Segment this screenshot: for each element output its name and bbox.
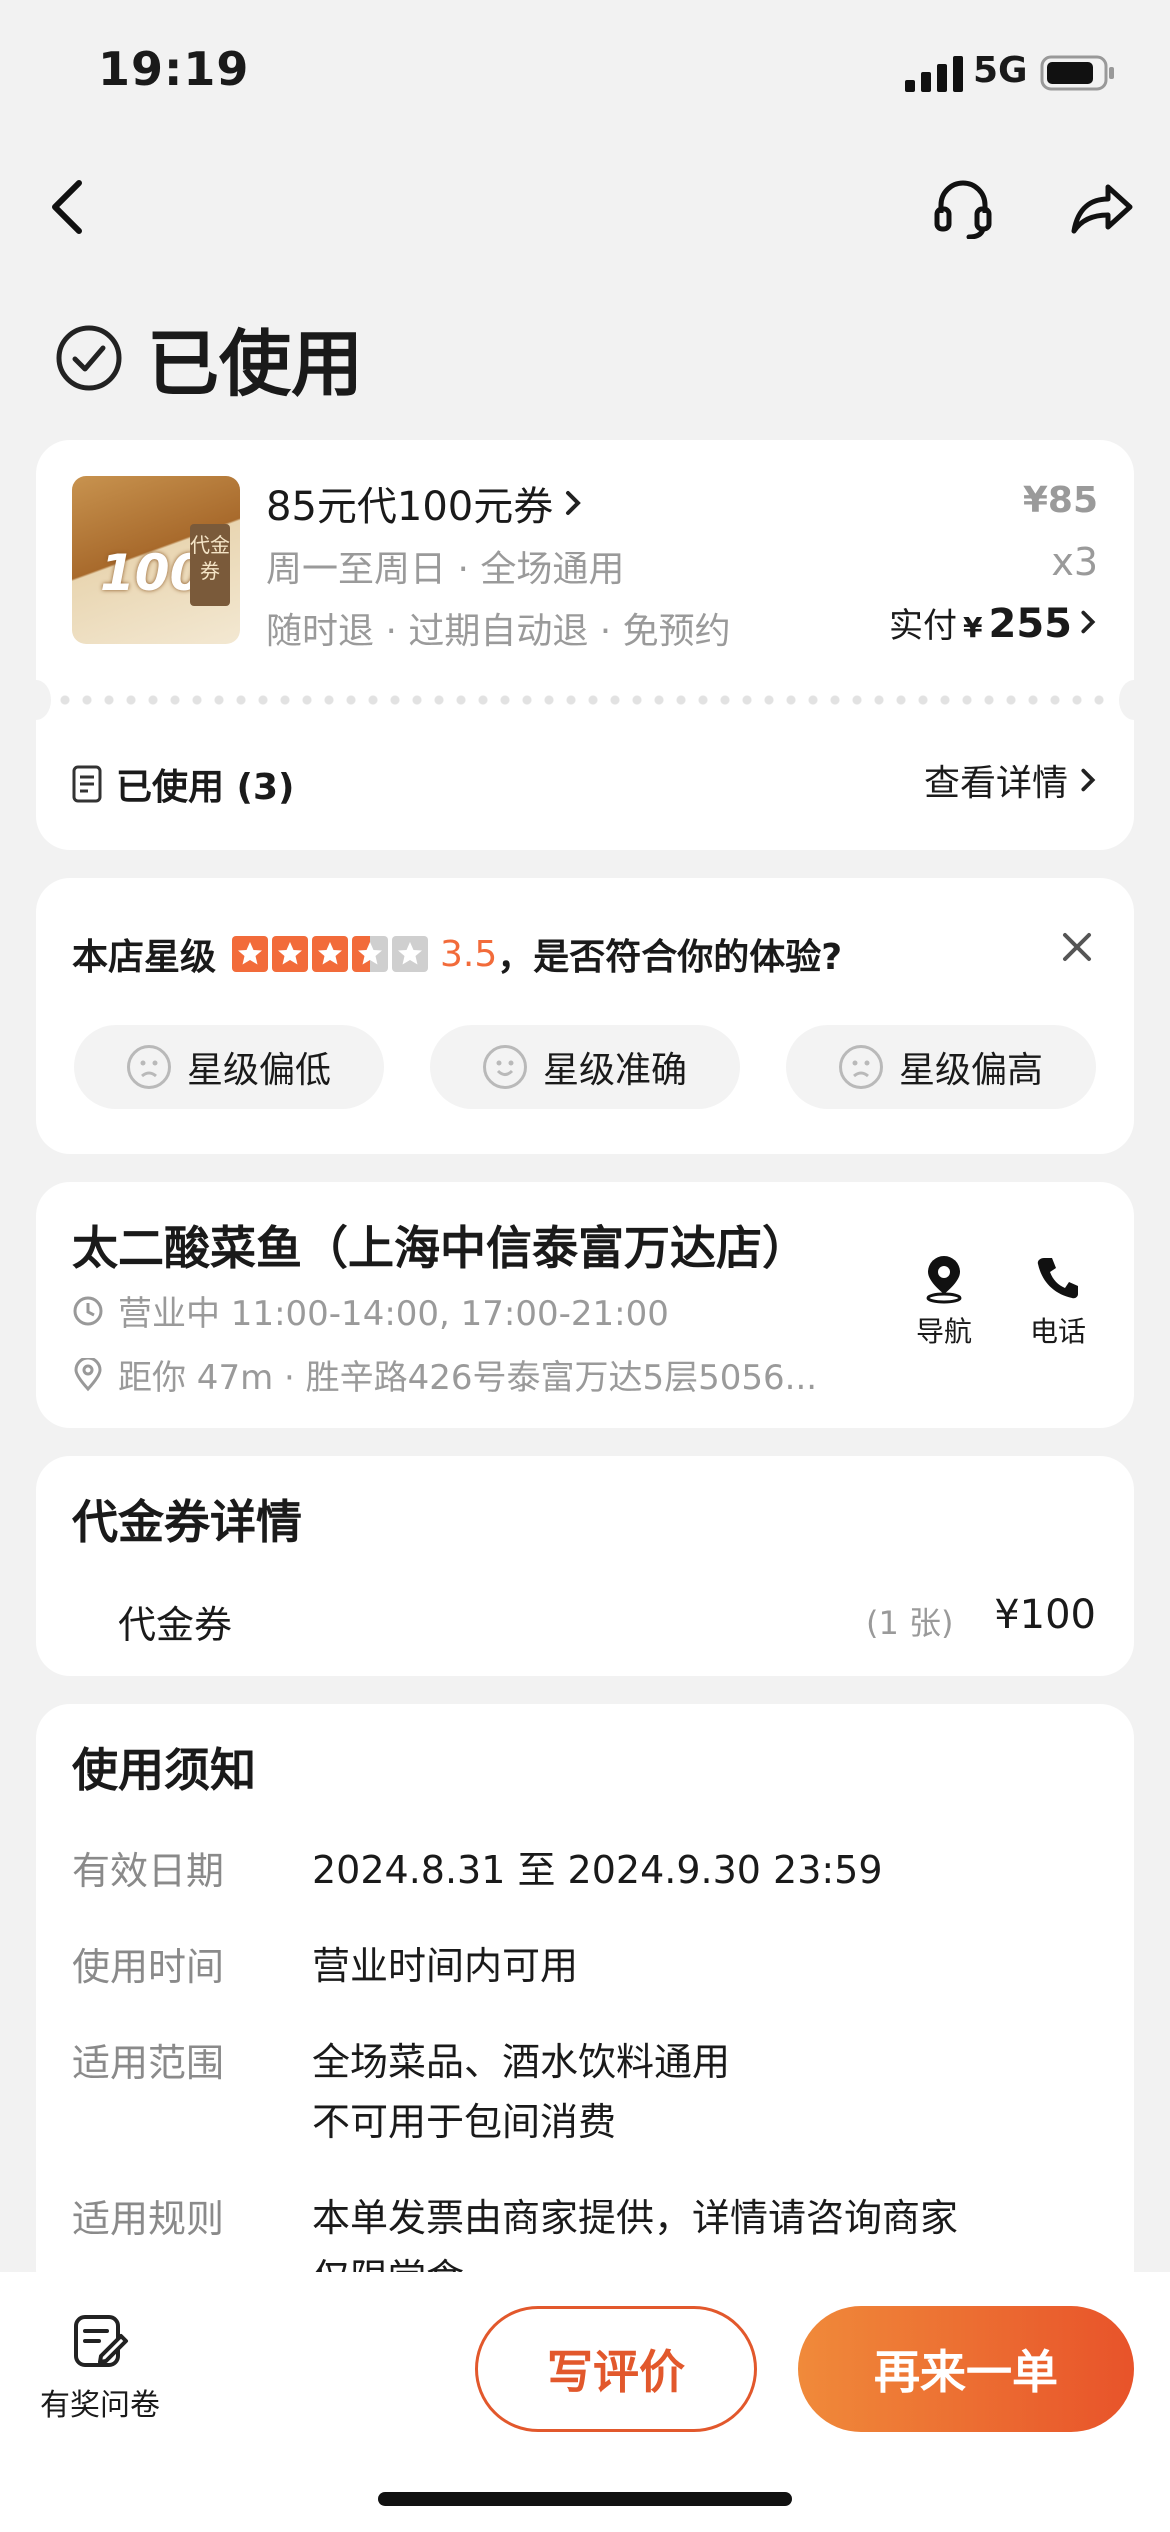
survey-edit-icon: [74, 2315, 128, 2367]
voucher-card: 100 代金券 85元代100元券 周一至周日 · 全场通用 随时退 · 过期自…: [21, 440, 1149, 850]
sad-face-icon: [838, 1045, 883, 1089]
voucher-title-link[interactable]: 85元代100元券: [266, 474, 583, 532]
rating-option-high[interactable]: 星级偏高: [786, 1025, 1096, 1109]
network-label: 5G: [973, 50, 1028, 91]
call-button[interactable]: 电话: [1018, 1252, 1098, 1350]
status-time: 19:19: [98, 42, 250, 96]
store-address-row[interactable]: 距你 47m · 胜辛路426号泰富万达5层5056...: [72, 1350, 902, 1399]
store-hours: 营业中 11:00-14:00, 17:00-21:00: [118, 1294, 669, 1334]
check-circle-icon: [56, 325, 122, 390]
rating-star: [352, 936, 389, 972]
ticket-divider: [54, 695, 1116, 705]
store-card: 太二酸菜鱼（上海中信泰富万达店） 营业中 11:00-14:00, 17:00-…: [36, 1182, 1134, 1428]
clock-icon: [73, 1296, 103, 1325]
rating-option-label: 星级准确: [542, 1050, 687, 1091]
ticket-notch-right: [1119, 680, 1149, 720]
rating-star: [392, 936, 429, 972]
view-details-label: 查看详情: [923, 763, 1068, 804]
rating-question: ，是否符合你的体验?: [497, 937, 843, 978]
usage-key: 适用范围: [72, 2041, 225, 2085]
paid-amount-link[interactable]: 实付 ¥ 255: [889, 598, 1098, 647]
usage-key: 适用规则: [72, 2197, 225, 2241]
navigate-button[interactable]: 导航: [904, 1252, 984, 1350]
order-status: 已使用: [55, 305, 363, 410]
signal-icon: [905, 56, 963, 92]
rating-star: [232, 936, 269, 972]
survey-button[interactable]: 有奖问卷: [30, 2312, 170, 2424]
rating-row: 本店星级 3.5 ，是否符合你的体验?: [72, 928, 842, 980]
phone-icon: [1037, 1258, 1078, 1299]
store-distance-address: 距你 47m · 胜辛路426号泰富万达5层5056...: [118, 1358, 818, 1398]
voucher-detail-count: (1 张): [866, 1604, 954, 1642]
usage-title: 使用须知: [72, 1743, 256, 1797]
usage-value: 2024.8.31 至 2024.9.30 23:59: [312, 1848, 883, 1892]
usage-value: 本单发票由商家提供，详情请咨询商家: [312, 2196, 959, 2240]
navigation-pin-icon: [926, 1256, 962, 1304]
location-pin-icon: [74, 1357, 102, 1391]
voucher-thumbnail: 100 代金券: [72, 476, 240, 644]
home-indicator: [378, 2492, 792, 2506]
voucher-days: 周一至周日 · 全场通用: [266, 549, 625, 590]
paid-amount: 255: [988, 601, 1073, 647]
ticket-notch-left: [21, 680, 51, 720]
view-details-link[interactable]: 查看详情: [924, 754, 1098, 806]
write-review-button[interactable]: 写评价: [475, 2306, 757, 2432]
close-button[interactable]: [1060, 930, 1094, 968]
chevron-right-icon: [1081, 768, 1096, 792]
headset-icon: [934, 180, 992, 239]
usage-value: 营业时间内可用: [312, 1944, 579, 1988]
quantity: x3: [1051, 540, 1098, 584]
usage-key: 有效日期: [72, 1849, 225, 1893]
chevron-right-icon: [566, 491, 582, 515]
status-text: 已使用: [147, 322, 364, 406]
usage-value-line2: 不可用于包间消费: [312, 2100, 617, 2144]
rating-card: 本店星级 3.5 ，是否符合你的体验? 星级偏低 星级准确 星级偏高: [36, 878, 1134, 1154]
share-icon: [1071, 184, 1133, 234]
unit-price: ¥85: [1022, 480, 1098, 521]
rating-option-accurate[interactable]: 星级准确: [430, 1025, 740, 1109]
usage-value: 全场菜品、酒水饮料通用: [312, 2040, 731, 2084]
used-count: 已使用 (3): [72, 758, 295, 810]
rating-label: 本店星级: [72, 937, 217, 978]
star-rating: [232, 936, 432, 972]
call-label: 电话: [1029, 1315, 1086, 1348]
voucher-detail-card: 代金券详情 代金券 (1 张) ¥100: [36, 1456, 1134, 1676]
voucher-title: 85元代100元券: [266, 484, 554, 530]
paid-currency: ¥: [963, 611, 983, 644]
rating-star: [272, 936, 309, 972]
used-label: 已使用 (3): [116, 767, 295, 808]
voucher-detail-title: 代金券详情: [72, 1495, 302, 1549]
store-name[interactable]: 太二酸菜鱼（上海中信泰富万达店）: [72, 1212, 808, 1278]
sad-face-icon: [126, 1045, 171, 1089]
document-icon: [72, 765, 102, 803]
chevron-left-icon: [52, 180, 82, 234]
rating-option-label: 星级偏高: [898, 1050, 1043, 1091]
survey-label: 有奖问卷: [40, 2388, 160, 2423]
voucher-detail-item: 代金券: [118, 1603, 233, 1647]
rating-score: 3.5: [440, 933, 498, 975]
chevron-right-icon: [1081, 610, 1096, 634]
rating-star: [312, 936, 349, 972]
close-icon: [1063, 933, 1091, 961]
share-button[interactable]: [1066, 172, 1136, 242]
store-hours-row: 营业中 11:00-14:00, 17:00-21:00: [72, 1286, 669, 1335]
battery-icon: [1040, 55, 1114, 91]
voucher-detail-price: ¥100: [994, 1592, 1096, 1638]
thumb-number: 100: [100, 544, 205, 602]
rating-option-low[interactable]: 星级偏低: [74, 1025, 384, 1109]
back-button[interactable]: [32, 172, 102, 242]
thumb-tag: 代金券: [190, 524, 230, 606]
navigate-label: 导航: [915, 1315, 972, 1348]
rating-option-label: 星级偏低: [186, 1050, 331, 1091]
usage-notes-card: 使用须知 有效日期 2024.8.31 至 2024.9.30 23:59 使用…: [36, 1704, 1134, 2304]
paid-label: 实付: [889, 606, 958, 646]
smile-face-icon: [482, 1045, 527, 1089]
customer-service-button[interactable]: [928, 172, 998, 242]
usage-key: 使用时间: [72, 1945, 225, 1989]
reorder-button[interactable]: 再来一单: [798, 2306, 1134, 2432]
voucher-policy: 随时退 · 过期自动退 · 免预约: [266, 611, 731, 652]
